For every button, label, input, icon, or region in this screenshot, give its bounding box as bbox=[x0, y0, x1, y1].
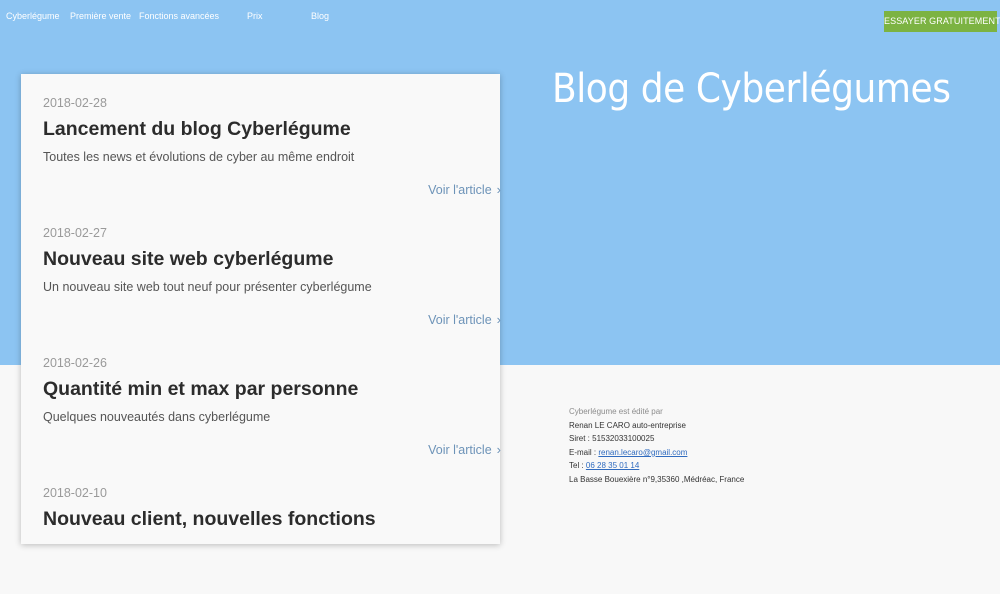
nav-item-fonctions-avancees[interactable]: Fonctions avancées bbox=[139, 11, 219, 21]
read-article-link[interactable]: Voir l'article › bbox=[428, 182, 501, 197]
post-title[interactable]: Nouveau client, nouvelles fonctions bbox=[43, 508, 376, 531]
read-article-label: Voir l'article bbox=[428, 183, 492, 197]
read-article-label: Voir l'article bbox=[428, 443, 492, 457]
read-article-link[interactable]: Voir l'article › bbox=[428, 442, 501, 457]
address: La Basse Bouexière n°9,35360 ,Médréac, F… bbox=[569, 474, 745, 484]
chevron-right-icon: › bbox=[496, 442, 501, 457]
nav-item-home[interactable]: Cyberlégume bbox=[6, 11, 60, 21]
page-title: Blog de Cyberlégumes bbox=[552, 66, 951, 112]
post-summary: Un nouveau site web tout neuf pour prése… bbox=[43, 280, 372, 294]
post-summary: Quelques nouveautés dans cyberlégume bbox=[43, 410, 271, 424]
post-date: 2018-02-28 bbox=[43, 96, 107, 110]
phone-label: Tel : bbox=[569, 461, 584, 471]
post-item: 2018-02-10 Nouveau client, nouvelles fon… bbox=[43, 464, 483, 594]
nav-item-premiere-vente[interactable]: Première vente bbox=[70, 11, 131, 21]
post-summary: Toutes les news et évolutions de cyber a… bbox=[43, 150, 355, 164]
owner-name: Renan LE CARO auto-entreprise bbox=[569, 420, 686, 430]
post-date: 2018-02-10 bbox=[43, 486, 107, 500]
post-item: 2018-02-27 Nouveau site web cyberlégume … bbox=[43, 204, 501, 334]
try-free-button[interactable]: ESSAYER GRATUITEMENT bbox=[884, 11, 1000, 32]
publisher-info: Cyberlégume est édité par Renan LE CARO … bbox=[569, 405, 744, 487]
email-link[interactable]: renan.lecaro@gmail.com bbox=[598, 448, 687, 457]
post-title[interactable]: Nouveau site web cyberlégume bbox=[43, 248, 333, 271]
post-item: 2018-02-28 Lancement du blog Cyberlégume… bbox=[43, 74, 501, 204]
post-list: 2018-02-28 Lancement du blog Cyberlégume… bbox=[21, 74, 501, 544]
post-date: 2018-02-26 bbox=[43, 356, 107, 370]
phone-link[interactable]: 06 28 35 01 14 bbox=[586, 461, 639, 470]
post-title[interactable]: Quantité min et max par personne bbox=[43, 378, 358, 401]
nav-item-blog[interactable]: Blog bbox=[311, 11, 329, 21]
nav-item-prix[interactable]: Prix bbox=[247, 11, 263, 21]
post-date: 2018-02-27 bbox=[43, 226, 107, 240]
chevron-right-icon: › bbox=[496, 312, 501, 327]
email-row: E-mail : renan.lecaro@gmail.com bbox=[569, 446, 744, 460]
top-nav: Cyberlégume Première vente Fonctions ava… bbox=[0, 0, 1000, 32]
post-title[interactable]: Lancement du blog Cyberlégume bbox=[43, 118, 351, 141]
read-article-label: Voir l'article bbox=[428, 313, 492, 327]
phone-row: Tel : 06 28 35 01 14 bbox=[569, 459, 744, 473]
edited-by-label: Cyberlégume est édité par bbox=[569, 407, 663, 416]
chevron-right-icon: › bbox=[496, 182, 501, 197]
read-article-link[interactable]: Voir l'article › bbox=[428, 312, 501, 327]
siret-number: Siret : 51532033100025 bbox=[569, 434, 655, 444]
email-label: E-mail : bbox=[569, 447, 597, 457]
post-item: 2018-02-26 Quantité min et max par perso… bbox=[43, 334, 501, 464]
